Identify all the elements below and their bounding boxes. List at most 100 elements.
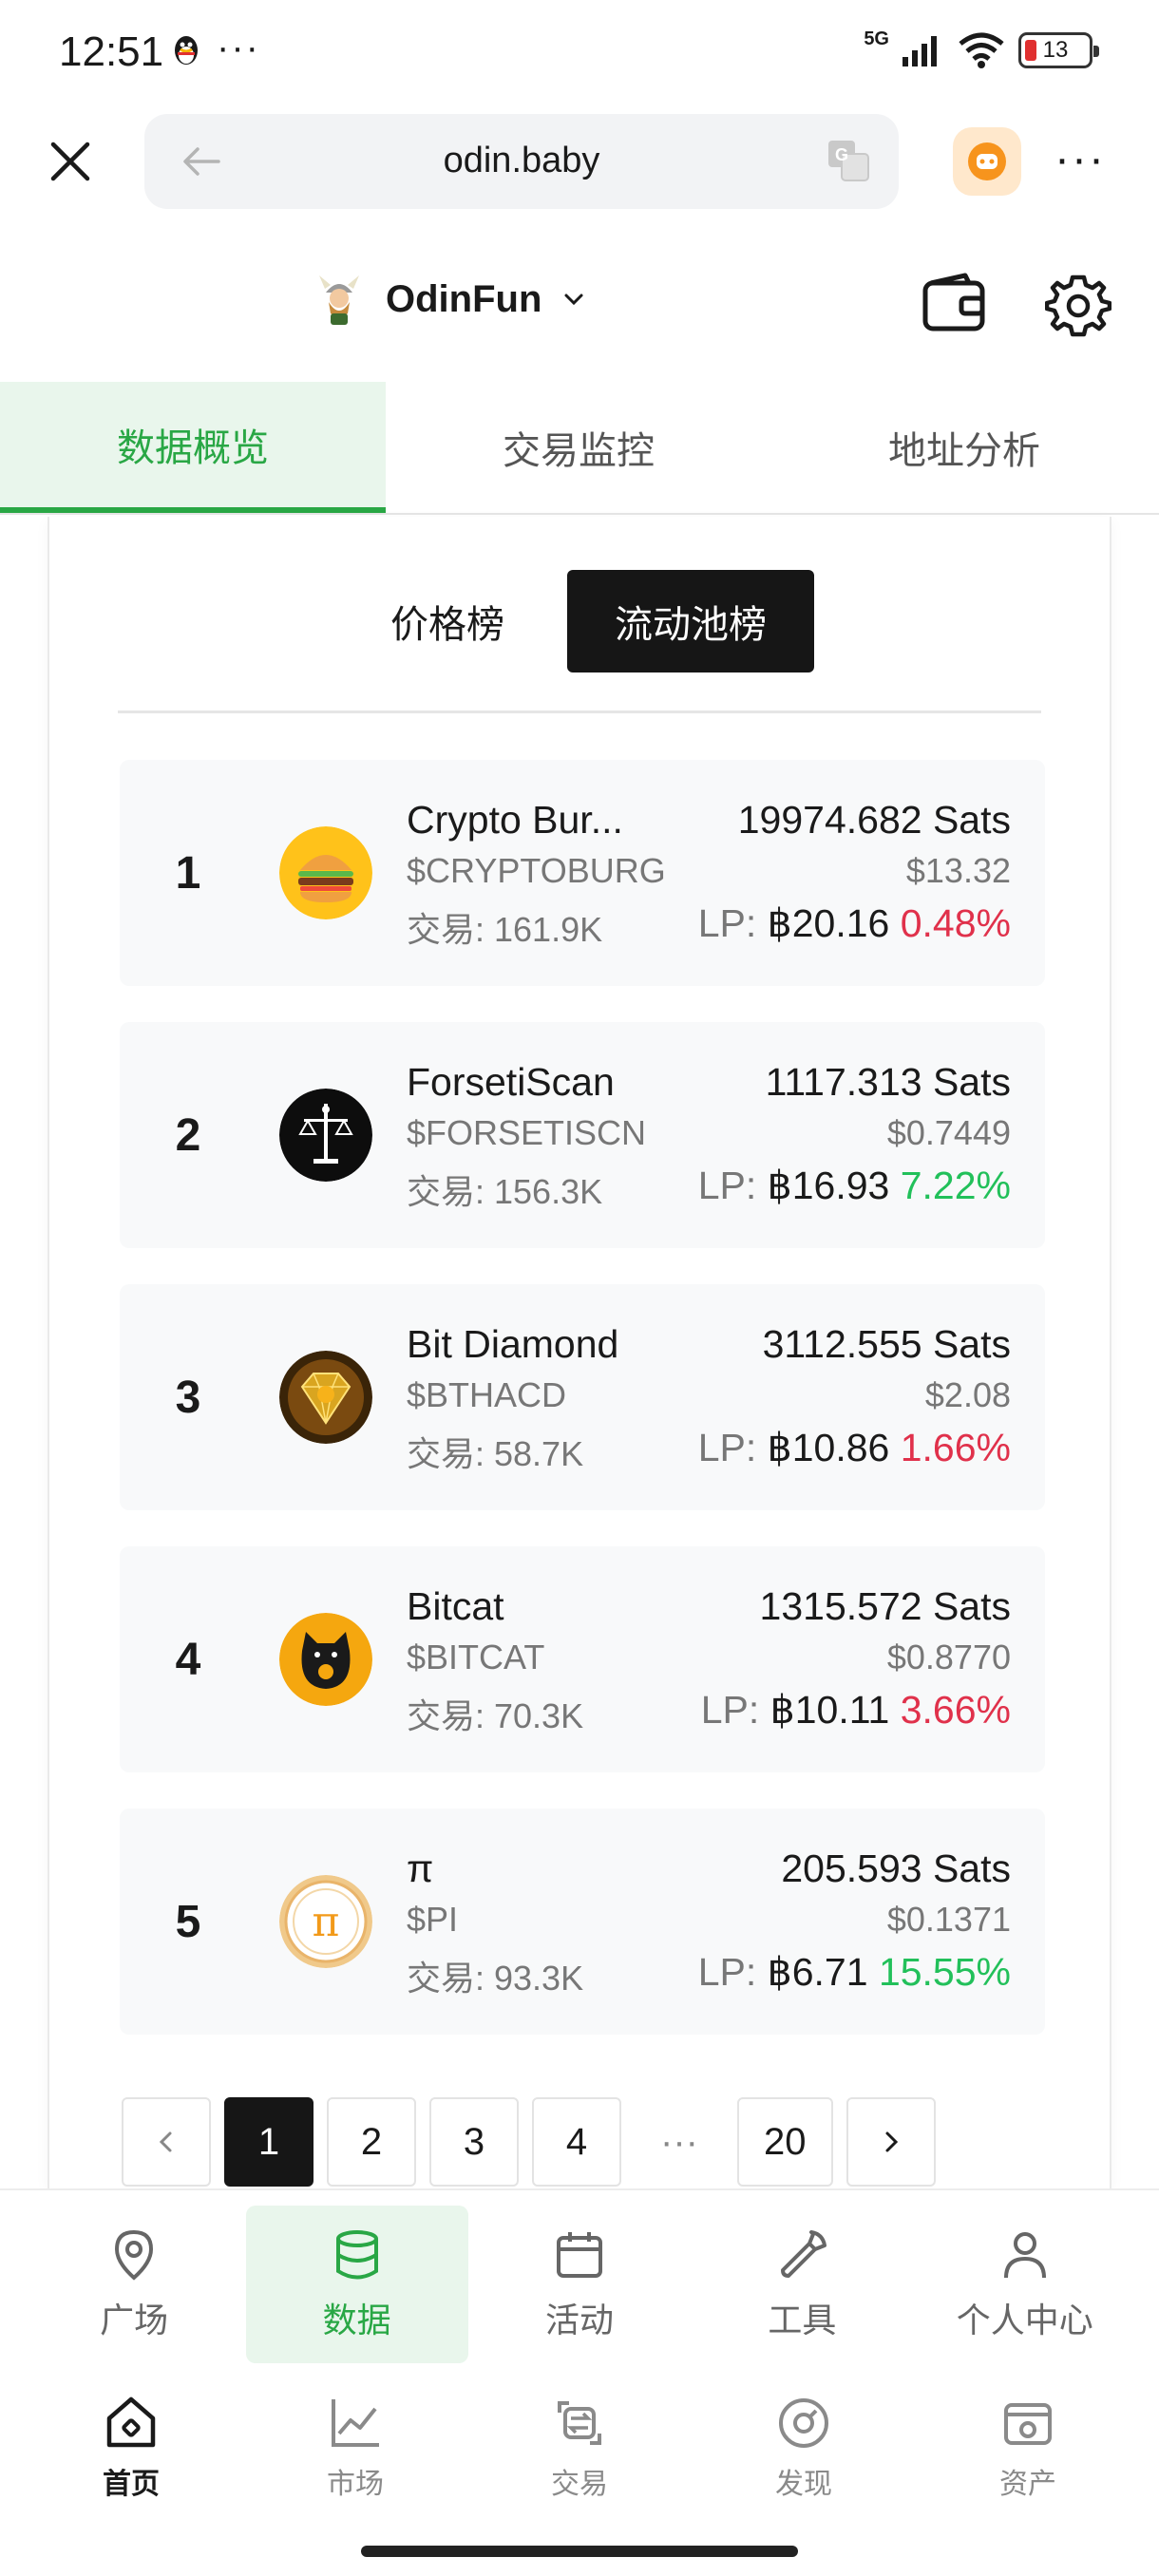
nav-label: 广场 xyxy=(100,2301,169,2339)
token-rank: 1 xyxy=(175,847,201,899)
divider xyxy=(118,710,1041,713)
browser-bar: odin.baby G ··· xyxy=(0,112,1159,211)
nav-tools[interactable]: 工具 xyxy=(691,2206,913,2363)
token-name: Bitcat xyxy=(407,1584,504,1628)
robot-face-icon xyxy=(968,142,1006,180)
crypto-burger-logo xyxy=(279,826,372,919)
pagination: 1 2 3 4 ··· 20 xyxy=(122,2097,936,2187)
page-1-button[interactable]: 1 xyxy=(224,2097,314,2187)
token-price-usd: $0.1371 xyxy=(886,1900,1011,1939)
calendar-icon xyxy=(556,2232,602,2278)
more-menu-icon[interactable]: ··· xyxy=(1054,133,1106,185)
gear-icon[interactable] xyxy=(1045,272,1112,338)
lp-change: 0.48% xyxy=(900,901,1011,945)
browser-nav-label: 首页 xyxy=(103,2469,160,2500)
token-row[interactable]: 2 ForsetiScan $FORSETISCN 交易: 156.3K 111… xyxy=(120,1022,1045,1248)
nav-label: 个人中心 xyxy=(956,2301,1093,2339)
browser-nav-assets[interactable]: 资产 xyxy=(933,2394,1123,2502)
forsetiscan-scale-logo xyxy=(279,1089,372,1182)
home-indicator[interactable] xyxy=(361,2546,798,2557)
token-ticker: $BITCAT xyxy=(407,1638,545,1676)
ranking-switch: 价格榜 流动池榜 xyxy=(49,570,1110,672)
token-ticker: $FORSETISCN xyxy=(407,1113,647,1152)
page-3-button[interactable]: 3 xyxy=(429,2097,519,2187)
token-volume: 交易: 161.9K xyxy=(407,910,603,949)
nav-data[interactable]: 数据 xyxy=(245,2206,468,2363)
main-tabs: 数据概览 交易监控 地址分析 xyxy=(0,382,1159,515)
browser-nav-trade[interactable]: 交易 xyxy=(484,2394,674,2502)
url-bar[interactable]: odin.baby G xyxy=(144,114,899,209)
status-bar: 12:51 ··· 5G 13 xyxy=(0,0,1159,104)
token-liquidity: LP: ฿10.11 3.66% xyxy=(701,1687,1011,1733)
price-ranking-button[interactable]: 价格榜 xyxy=(345,570,550,672)
token-name: π xyxy=(407,1847,434,1890)
page-2-button[interactable]: 2 xyxy=(327,2097,416,2187)
translate-icon[interactable]: G xyxy=(826,139,870,182)
token-liquidity: LP: ฿16.93 7.22% xyxy=(698,1163,1011,1208)
odin-viking-logo xyxy=(319,275,359,325)
chevron-down-icon xyxy=(564,294,583,306)
token-rank: 3 xyxy=(175,1372,201,1423)
url-text: odin.baby xyxy=(443,141,600,180)
tab-data-overview[interactable]: 数据概览 xyxy=(0,382,386,513)
nav-plaza[interactable]: 广场 xyxy=(23,2206,245,2363)
token-liquidity: LP: ฿10.86 1.66% xyxy=(698,1425,1011,1470)
token-volume: 交易: 70.3K xyxy=(407,1696,584,1735)
token-ticker: $PI xyxy=(407,1900,459,1939)
battery-icon: 13 xyxy=(1018,32,1099,68)
lp-value: ฿20.16 xyxy=(767,901,890,945)
browser-nav-discover[interactable]: 发现 xyxy=(709,2394,899,2502)
page-last-button[interactable]: 20 xyxy=(737,2097,833,2187)
close-icon[interactable] xyxy=(46,137,95,186)
liquidity-pool-ranking-button[interactable]: 流动池榜 xyxy=(567,570,814,672)
lp-value: ฿6.71 xyxy=(767,1950,868,1994)
token-price-sats: 205.593 Sats xyxy=(781,1847,1011,1890)
page-ellipsis[interactable]: ··· xyxy=(635,2097,724,2187)
nav-label: 工具 xyxy=(768,2301,837,2339)
browser-nav-label: 发现 xyxy=(775,2469,832,2500)
browser-nav-label: 交易 xyxy=(551,2469,608,2500)
chevron-left-icon xyxy=(159,2131,172,2152)
wallet-icon[interactable] xyxy=(920,270,988,338)
lp-label: LP: xyxy=(697,901,757,945)
token-price-usd: $13.32 xyxy=(905,851,1011,890)
tab-address-analysis[interactable]: 地址分析 xyxy=(771,382,1157,513)
lp-change: 3.66% xyxy=(900,1688,1011,1732)
lp-value: ฿16.93 xyxy=(767,1164,890,1207)
token-volume: 交易: 58.7K xyxy=(407,1434,584,1473)
token-ticker: $CRYPTOBURG xyxy=(407,851,666,890)
nav-activity[interactable]: 活动 xyxy=(468,2206,691,2363)
token-price-sats: 19974.682 Sats xyxy=(737,798,1011,842)
chart-icon xyxy=(332,2399,379,2447)
mini-app-icon[interactable] xyxy=(953,127,1021,196)
app-header: OdinFun xyxy=(0,249,1159,353)
browser-nav-market[interactable]: 市场 xyxy=(260,2394,450,2502)
chevron-right-icon xyxy=(885,2131,898,2152)
token-ticker: $BTHACD xyxy=(407,1375,567,1414)
token-price-sats: 1117.313 Sats xyxy=(765,1060,1011,1104)
next-page-button[interactable] xyxy=(846,2097,936,2187)
lp-change: 15.55% xyxy=(878,1950,1011,1994)
lp-label: LP: xyxy=(697,1426,757,1469)
swap-icon xyxy=(558,2401,601,2445)
token-row[interactable]: 3 Bit Diamond $BTHACD 交易: 58.7K 3112.555… xyxy=(120,1284,1045,1510)
browser-nav-home[interactable]: 首页 xyxy=(36,2394,226,2502)
browser-bottom-nav: 首页 市场 交易 发现 资产 xyxy=(0,2394,1159,2536)
svg-text:G: G xyxy=(835,145,848,164)
tab-trade-monitor[interactable]: 交易监控 xyxy=(386,382,771,513)
status-indicators: 5G 13 xyxy=(864,28,1099,68)
status-time: 12:51 xyxy=(59,28,164,75)
brand-switcher[interactable]: OdinFun xyxy=(312,272,587,327)
nav-profile[interactable]: 个人中心 xyxy=(914,2206,1136,2363)
token-row[interactable]: 1 Crypto Bur... $CRYPTOBURG 交易: 161.9K 1… xyxy=(120,760,1045,986)
token-row[interactable]: 4 Bitcat $BITCAT 交易: 70.3K 1315.572 Sats… xyxy=(120,1546,1045,1772)
token-price-usd: $2.08 xyxy=(924,1375,1011,1414)
token-volume: 交易: 156.3K xyxy=(407,1172,603,1211)
prev-page-button[interactable] xyxy=(122,2097,211,2187)
token-row[interactable]: 5 π π $PI 交易: 93.3K 205.593 Sats $0.1371… xyxy=(120,1809,1045,2035)
ranking-card: 价格榜 流动池榜 1 Crypto Bur... $CRYPTOBURG 交易:… xyxy=(48,517,1112,2188)
token-price-usd: $0.7449 xyxy=(886,1113,1011,1152)
page-4-button[interactable]: 4 xyxy=(532,2097,621,2187)
token-liquidity: LP: ฿6.71 15.55% xyxy=(698,1949,1011,1995)
battery-level: 13 xyxy=(1042,37,1069,63)
